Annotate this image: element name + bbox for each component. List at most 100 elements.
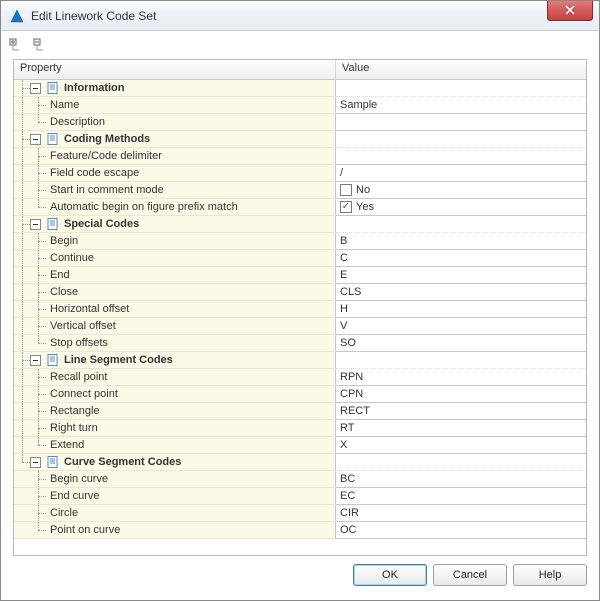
value-cell[interactable]: CIR [336, 505, 586, 522]
value-text: H [340, 301, 348, 318]
row-horizontal-offset: Horizontal offset H [14, 301, 586, 318]
row-extend: Extend X [14, 437, 586, 454]
property-label: Rectangle [46, 403, 100, 420]
row-vertical-offset: Vertical offset V [14, 318, 586, 335]
property-label: Vertical offset [46, 318, 116, 335]
property-label: Begin [46, 233, 78, 250]
row-description: Description [14, 114, 586, 131]
dialog-footer: OK Cancel Help [1, 564, 599, 596]
property-label: Field code escape [46, 165, 139, 182]
group-line-segment-codes[interactable]: Line Segment Codes [14, 352, 586, 369]
column-header-property[interactable]: Property [14, 60, 336, 79]
value-cell[interactable]: CLS [336, 284, 586, 301]
row-connect-point: Connect point CPN [14, 386, 586, 403]
group-curve-segment-codes[interactable]: Curve Segment Codes [14, 454, 586, 471]
value-text: / [340, 165, 343, 182]
value-cell[interactable]: RECT [336, 403, 586, 420]
property-label: End curve [46, 488, 100, 505]
value-text: V [340, 318, 347, 335]
group-coding-methods[interactable]: Coding Methods [14, 131, 586, 148]
row-stop-offsets: Stop offsets SO [14, 335, 586, 352]
expander-icon[interactable] [30, 83, 41, 94]
checkbox[interactable] [340, 184, 352, 196]
property-label: Circle [46, 505, 78, 522]
property-label: Description [46, 114, 105, 131]
value-text: C [340, 250, 348, 267]
expand-tree-button[interactable] [7, 36, 25, 54]
value-cell[interactable] [336, 114, 586, 131]
document-icon [46, 217, 60, 231]
expander-icon[interactable] [30, 219, 41, 230]
group-label: Information [64, 80, 125, 97]
document-icon [46, 132, 60, 146]
cancel-button[interactable]: Cancel [433, 564, 507, 586]
group-special-codes[interactable]: Special Codes [14, 216, 586, 233]
value-cell[interactable]: Yes [336, 199, 586, 216]
property-label: Name [46, 97, 79, 114]
property-label: Extend [46, 437, 84, 454]
value-cell[interactable]: / [336, 165, 586, 182]
row-point-on-curve: Point on curve OC [14, 522, 586, 539]
ok-button[interactable]: OK [353, 564, 427, 586]
value-text: X [340, 437, 347, 454]
value-text: B [340, 233, 347, 250]
value-cell[interactable]: B [336, 233, 586, 250]
value-cell[interactable]: C [336, 250, 586, 267]
collapse-tree-button[interactable] [31, 36, 49, 54]
document-icon [46, 353, 60, 367]
value-cell[interactable]: X [336, 437, 586, 454]
value-cell[interactable]: H [336, 301, 586, 318]
row-field-code-escape: Field code escape / [14, 165, 586, 182]
property-label: Horizontal offset [46, 301, 129, 318]
property-label: Connect point [46, 386, 118, 403]
property-label: End [46, 267, 70, 284]
value-text: EC [340, 488, 355, 505]
value-text: Yes [356, 199, 374, 216]
value-text: No [356, 182, 370, 199]
window-title: Edit Linework Code Set [31, 9, 547, 23]
value-cell[interactable]: RT [336, 420, 586, 437]
value-cell[interactable]: CPN [336, 386, 586, 403]
row-end: End E [14, 267, 586, 284]
value-text: CLS [340, 284, 361, 301]
value-cell[interactable]: E [336, 267, 586, 284]
app-icon [9, 8, 25, 24]
value-text: CPN [340, 386, 363, 403]
expander-icon[interactable] [30, 134, 41, 145]
value-cell[interactable]: BC [336, 471, 586, 488]
property-grid: Property Value InformationName Sample Desc… [13, 59, 587, 556]
grid-body: InformationName Sample DescriptionCoding M… [14, 80, 586, 556]
value-cell[interactable]: V [336, 318, 586, 335]
help-button[interactable]: Help [513, 564, 587, 586]
row-begin: Begin B [14, 233, 586, 250]
checkbox[interactable] [340, 201, 352, 213]
value-cell[interactable]: RPN [336, 369, 586, 386]
value-cell[interactable] [336, 148, 586, 165]
close-icon [565, 5, 575, 15]
expander-icon[interactable] [30, 457, 41, 468]
row-feature-code-delimiter: Feature/Code delimiter [14, 148, 586, 165]
group-label: Curve Segment Codes [64, 454, 181, 471]
close-button[interactable] [547, 1, 593, 21]
value-cell[interactable]: EC [336, 488, 586, 505]
grid-header: Property Value [14, 60, 586, 80]
value-text: CIR [340, 505, 359, 522]
value-cell[interactable]: OC [336, 522, 586, 539]
row-begin-curve: Begin curve BC [14, 471, 586, 488]
value-cell[interactable]: Sample [336, 97, 586, 114]
group-information[interactable]: Information [14, 80, 586, 97]
row-right-turn: Right turnRT [14, 420, 586, 437]
value-cell[interactable]: SO [336, 335, 586, 352]
group-label: Coding Methods [64, 131, 150, 148]
value-text: RECT [340, 403, 370, 420]
property-label: Begin curve [46, 471, 108, 488]
value-cell[interactable]: No [336, 182, 586, 199]
expander-icon[interactable] [30, 355, 41, 366]
column-header-value[interactable]: Value [336, 60, 586, 79]
value-text: Sample [340, 97, 377, 114]
row-auto-begin-prefix: Automatic begin on figure prefix matchYe… [14, 199, 586, 216]
value-text: BC [340, 471, 355, 488]
property-label: Stop offsets [46, 335, 108, 352]
value-text: SO [340, 335, 356, 352]
property-label: Point on curve [46, 522, 120, 539]
